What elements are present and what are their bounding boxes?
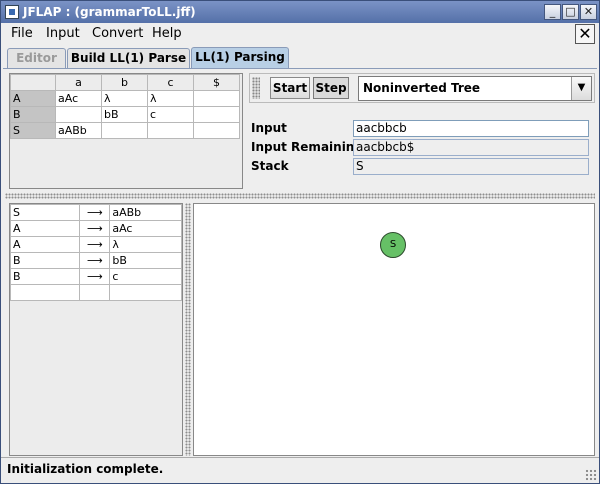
table-cell[interactable]: bB <box>101 106 148 123</box>
arrow-icon: ⟶ <box>79 252 111 269</box>
stack-label: Stack <box>251 159 289 173</box>
table-row: A ⟶ λ <box>9 236 182 253</box>
production-rhs[interactable]: λ <box>109 236 182 253</box>
tab-build-ll1-parse[interactable]: Build LL(1) Parse <box>67 48 190 68</box>
parse-table-panel: a b c $ A aAc λ λ B bB c S aABb <box>9 73 243 189</box>
title-bar[interactable]: JFLAP : (grammarToLL.jff) _ □ ✕ <box>1 1 599 23</box>
menu-convert[interactable]: Convert <box>92 26 143 41</box>
productions-table: S ⟶ aABb A ⟶ aAc A ⟶ λ B ⟶ bB B ⟶ c <box>9 204 182 301</box>
table-row: A ⟶ aAc <box>9 220 182 237</box>
production-rhs[interactable]: aAc <box>109 220 182 237</box>
table-cell[interactable]: c <box>147 106 194 123</box>
production-lhs[interactable]: B <box>9 268 81 285</box>
production-rhs[interactable]: aABb <box>109 204 182 221</box>
table-cell[interactable] <box>101 122 148 139</box>
parse-table-header: $ <box>193 74 240 91</box>
table-cell[interactable]: aABb <box>55 122 102 139</box>
chevron-down-icon[interactable]: ▼ <box>571 77 591 100</box>
close-icon[interactable]: ✕ <box>580 4 597 20</box>
table-row: B bB c <box>10 106 240 123</box>
parse-table-header: b <box>101 74 148 91</box>
jflap-app-icon <box>5 5 19 19</box>
vertical-split-divider[interactable] <box>185 203 191 456</box>
table-row: S aABb <box>10 122 240 139</box>
table-cell[interactable] <box>193 106 240 123</box>
menu-help[interactable]: Help <box>152 26 182 41</box>
control-panel: Start Step Noninverted Tree ▼ Input aacb… <box>249 73 595 185</box>
table-row <box>9 284 182 301</box>
table-cell[interactable]: A <box>10 90 56 107</box>
table-cell[interactable] <box>193 90 240 107</box>
status-bar: Initialization complete. <box>1 457 599 483</box>
status-message: Initialization complete. <box>7 462 164 476</box>
arrow-icon: ⟶ <box>79 204 111 221</box>
table-cell[interactable] <box>55 106 102 123</box>
parse-tree-canvas[interactable]: S <box>193 203 595 456</box>
input-remaining-field: aacbbcb$ <box>353 139 589 156</box>
input-remaining-label: Input Remaining <box>251 140 363 154</box>
table-row: S ⟶ aABb <box>9 204 182 221</box>
menu-input[interactable]: Input <box>46 26 80 41</box>
resize-grip-icon[interactable] <box>585 469 597 481</box>
production-lhs[interactable] <box>9 284 81 301</box>
tab-editor[interactable]: Editor <box>7 48 66 68</box>
minimize-icon[interactable]: _ <box>544 4 561 20</box>
productions-panel: S ⟶ aABb A ⟶ aAc A ⟶ λ B ⟶ bB B ⟶ c <box>9 203 183 456</box>
step-button[interactable]: Step <box>313 77 349 99</box>
input-field[interactable]: aacbbcb <box>353 120 589 137</box>
maximize-icon[interactable]: □ <box>562 4 579 20</box>
stack-field: S <box>353 158 589 175</box>
parse-table-header <box>10 74 56 91</box>
production-lhs[interactable]: A <box>9 220 81 237</box>
production-rhs[interactable]: c <box>109 268 182 285</box>
window-title: JFLAP : (grammarToLL.jff) <box>23 5 196 19</box>
table-cell[interactable]: λ <box>101 90 148 107</box>
production-lhs[interactable]: B <box>9 252 81 269</box>
production-lhs[interactable]: S <box>9 204 81 221</box>
table-cell[interactable]: λ <box>147 90 194 107</box>
arrow-icon: ⟶ <box>79 268 111 285</box>
table-cell[interactable]: S <box>10 122 56 139</box>
parse-toolbar: Start Step Noninverted Tree ▼ <box>249 73 595 103</box>
tree-node-root[interactable]: S <box>380 232 406 258</box>
start-button[interactable]: Start <box>270 77 310 99</box>
table-row: A aAc λ λ <box>10 90 240 107</box>
input-label: Input <box>251 121 287 135</box>
table-row: B ⟶ bB <box>9 252 182 269</box>
jflap-window: JFLAP : (grammarToLL.jff) _ □ ✕ File Inp… <box>0 0 600 484</box>
production-rhs[interactable] <box>109 284 182 301</box>
main-panel: a b c $ A aAc λ λ B bB c S aABb Start St… <box>3 68 597 457</box>
production-rhs[interactable]: bB <box>109 252 182 269</box>
tab-ll1-parsing[interactable]: LL(1) Parsing <box>191 47 289 69</box>
table-cell[interactable] <box>147 122 194 139</box>
arrow-icon: ⟶ <box>79 220 111 237</box>
view-mode-select[interactable]: Noninverted Tree ▼ <box>358 76 592 101</box>
menu-bar: File Input Convert Help ✕ <box>1 23 599 45</box>
parse-table-header: a <box>55 74 102 91</box>
close-tab-icon[interactable]: ✕ <box>575 24 595 44</box>
arrow-icon <box>79 284 111 301</box>
production-lhs[interactable]: A <box>9 236 81 253</box>
arrow-icon: ⟶ <box>79 236 111 253</box>
horizontal-split-divider[interactable] <box>5 193 595 199</box>
tab-strip: Editor Build LL(1) Parse LL(1) Parsing <box>1 45 599 69</box>
table-cell[interactable]: B <box>10 106 56 123</box>
toolbar-grip-icon[interactable] <box>252 77 260 99</box>
view-mode-value: Noninverted Tree <box>363 81 481 95</box>
table-row: B ⟶ c <box>9 268 182 285</box>
parse-table-header: c <box>147 74 194 91</box>
parse-table: a b c $ A aAc λ λ B bB c S aABb <box>10 74 240 139</box>
table-cell[interactable] <box>193 122 240 139</box>
table-cell[interactable]: aAc <box>55 90 102 107</box>
menu-file[interactable]: File <box>11 26 33 41</box>
